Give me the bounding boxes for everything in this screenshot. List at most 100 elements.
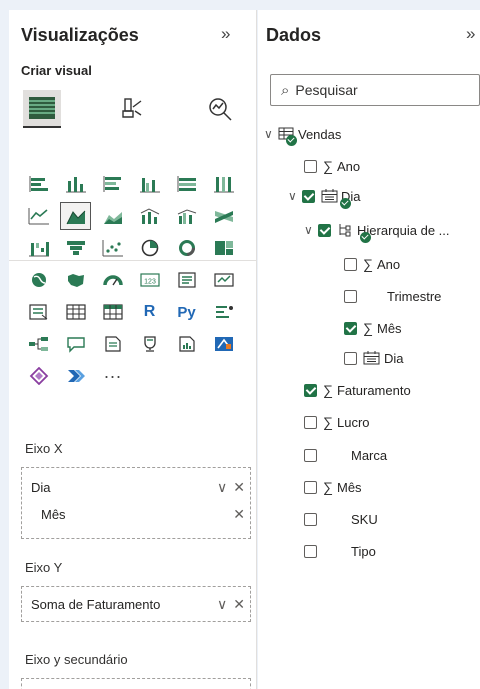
more-visuals-icon[interactable]: ··· (97, 362, 128, 390)
collapse-visualizations-icon[interactable]: » (221, 24, 230, 44)
clustered-bar-chart-icon[interactable] (97, 170, 128, 198)
ribbon-chart-icon[interactable] (208, 202, 239, 230)
field-checkbox[interactable] (304, 383, 317, 397)
build-visual-icon[interactable] (23, 90, 61, 128)
field-row[interactable]: ∑ Mês (344, 316, 402, 340)
y-axis-well[interactable]: Soma de Faturamento ∨ ✕ (21, 586, 251, 622)
sum-icon: ∑ (363, 320, 373, 336)
search-input[interactable]: ⌕ Pesquisar (270, 74, 480, 106)
search-placeholder: Pesquisar (295, 82, 358, 98)
calendar-icon (321, 189, 338, 203)
close-icon[interactable]: ✕ (233, 479, 245, 496)
donut-chart-icon[interactable] (171, 234, 202, 262)
power-automate-icon[interactable] (23, 362, 54, 390)
field-row[interactable]: ∑ Faturamento (304, 378, 411, 402)
field-row[interactable]: Tipo (304, 539, 376, 563)
format-visual-icon[interactable] (112, 90, 150, 128)
line-chart-icon[interactable] (23, 202, 54, 230)
python-visual-icon[interactable]: Py (171, 298, 202, 326)
field-checkbox[interactable] (344, 321, 357, 335)
scatter-chart-icon[interactable] (97, 234, 128, 262)
chevron-down-icon[interactable]: ∨ (288, 189, 302, 203)
y-axis-field-chip[interactable]: Soma de Faturamento ∨ ✕ (27, 591, 245, 617)
power-automate-flow-icon[interactable] (60, 362, 91, 390)
field-checkbox[interactable] (304, 544, 317, 558)
secondary-y-axis-well[interactable] (21, 678, 251, 689)
field-label: Trimestre (387, 288, 442, 304)
filled-map-icon[interactable] (60, 266, 91, 294)
x-axis-subfield-chip[interactable]: Mês ✕ (27, 501, 245, 527)
field-checkbox[interactable] (302, 189, 315, 203)
line-and-stacked-column-icon[interactable] (134, 202, 165, 230)
x-axis-subfield-name: Mês (41, 506, 66, 522)
analytics-icon[interactable] (201, 90, 239, 128)
field-checkbox[interactable] (304, 415, 317, 429)
field-checkbox[interactable] (304, 159, 317, 173)
loaded-badge-icon (360, 232, 371, 243)
field-checkbox[interactable] (304, 512, 317, 526)
close-icon[interactable]: ✕ (233, 506, 245, 523)
field-row[interactable]: Dia (344, 346, 404, 370)
field-row[interactable]: Marca (304, 443, 387, 467)
matrix-icon[interactable] (97, 298, 128, 326)
stacked-area-chart-icon[interactable] (97, 202, 128, 230)
goals-trophy-icon[interactable] (134, 330, 165, 358)
field-checkbox[interactable] (318, 223, 331, 237)
multi-row-card-icon[interactable] (171, 266, 202, 294)
chevron-down-icon[interactable]: ∨ (264, 127, 278, 141)
field-row[interactable]: ∑ Mês (304, 475, 362, 499)
slicer-icon[interactable] (23, 298, 54, 326)
gauge-icon[interactable] (97, 266, 128, 294)
field-row-hierarchy[interactable]: ∨ Hierarquia de ... (304, 218, 450, 243)
r-script-visual-icon[interactable]: R (134, 298, 165, 326)
field-row-date[interactable]: ∨ Dia (288, 184, 361, 209)
chevron-down-icon[interactable]: ∨ (217, 596, 227, 613)
x-axis-well[interactable]: Dia ∨ ✕ Mês ✕ (21, 467, 251, 539)
secondary-y-axis-label: Eixo y secundário (25, 652, 128, 667)
close-icon[interactable]: ✕ (233, 596, 245, 613)
field-label: SKU (351, 511, 378, 527)
field-label: Mês (376, 320, 402, 336)
field-row[interactable]: Trimestre (344, 284, 441, 308)
field-row[interactable]: ∑ Ano (304, 154, 360, 178)
y-axis-label: Eixo Y (25, 560, 63, 575)
qa-visual-icon[interactable] (60, 330, 91, 358)
table-vendas[interactable]: ∨ Vendas (264, 122, 341, 146)
paginated-report-icon[interactable] (171, 330, 202, 358)
field-row[interactable]: SKU (304, 507, 378, 531)
100-stacked-bar-chart-icon[interactable] (171, 170, 202, 198)
smart-narrative-icon[interactable] (97, 330, 128, 358)
power-apps-icon[interactable] (208, 330, 239, 358)
100-stacked-column-chart-icon[interactable] (208, 170, 239, 198)
x-axis-field-chip[interactable]: Dia ∨ ✕ (27, 474, 245, 500)
card-icon[interactable]: 123 (134, 266, 165, 294)
stacked-bar-chart-icon[interactable] (23, 170, 54, 198)
field-checkbox[interactable] (344, 351, 357, 365)
line-and-clustered-column-icon[interactable] (171, 202, 202, 230)
build-visual-subtitle: Criar visual (21, 63, 92, 78)
collapse-data-icon[interactable]: » (466, 24, 475, 44)
kpi-icon[interactable] (208, 266, 239, 294)
key-influencers-icon[interactable] (208, 298, 239, 326)
treemap-icon[interactable] (208, 234, 239, 262)
chevron-down-icon[interactable]: ∨ (304, 223, 318, 237)
chevron-down-icon[interactable]: ∨ (217, 479, 227, 496)
field-checkbox[interactable] (344, 289, 357, 303)
clustered-column-chart-icon[interactable] (134, 170, 165, 198)
field-checkbox[interactable] (304, 448, 317, 462)
field-checkbox[interactable] (344, 257, 357, 271)
funnel-chart-icon[interactable] (60, 234, 91, 262)
field-label: Mês (336, 479, 362, 495)
pie-chart-icon[interactable] (134, 234, 165, 262)
table-icon[interactable] (60, 298, 91, 326)
stacked-column-chart-icon[interactable] (60, 170, 91, 198)
field-checkbox[interactable] (304, 480, 317, 494)
area-chart-icon[interactable] (60, 202, 91, 230)
field-row[interactable]: ∑ Ano (344, 252, 400, 276)
map-icon[interactable] (23, 266, 54, 294)
sum-icon: ∑ (323, 158, 333, 174)
waterfall-chart-icon[interactable] (23, 234, 54, 262)
calendar-icon (363, 351, 380, 365)
decomposition-tree-icon[interactable] (23, 330, 54, 358)
field-row[interactable]: ∑ Lucro (304, 410, 370, 434)
